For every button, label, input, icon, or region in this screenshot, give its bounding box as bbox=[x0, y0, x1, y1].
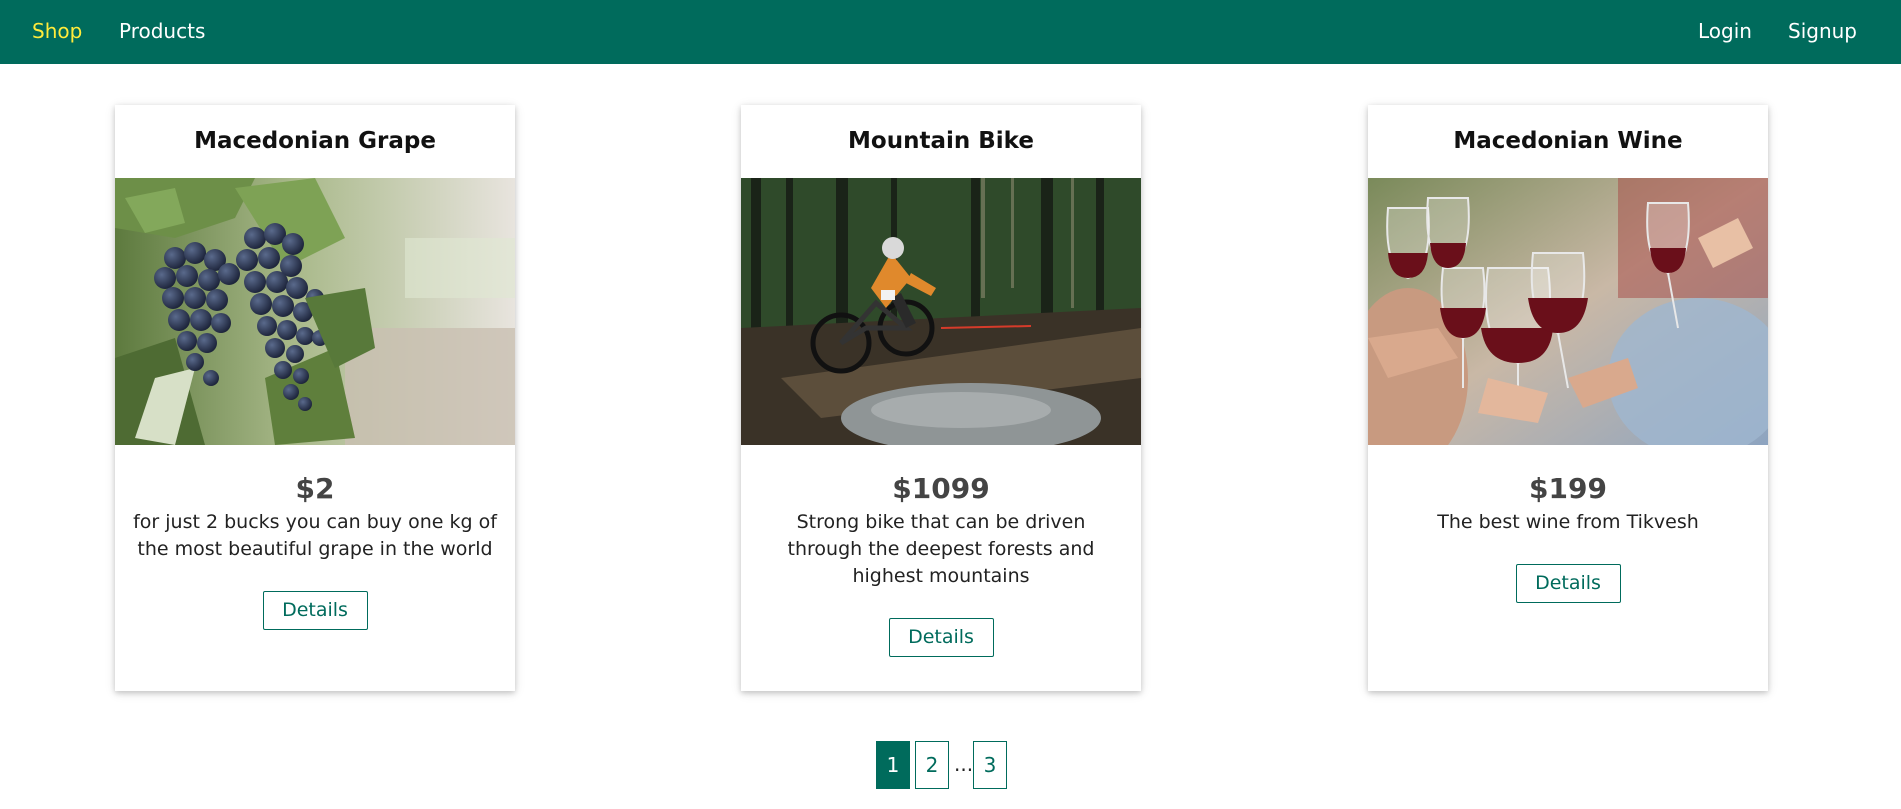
product-image bbox=[1368, 178, 1768, 445]
page-button-3[interactable]: 3 bbox=[973, 741, 1007, 789]
details-button[interactable]: Details bbox=[262, 591, 368, 630]
top-navbar: Shop Products Login Signup bbox=[0, 0, 1901, 64]
nav-link-login[interactable]: Login bbox=[1698, 0, 1752, 64]
nav-link-shop[interactable]: Shop bbox=[32, 0, 82, 64]
product-price: $199 bbox=[1529, 472, 1607, 505]
wine-glasses-toast-image bbox=[1368, 178, 1768, 445]
product-price: $1099 bbox=[892, 472, 990, 505]
page-ellipsis: ... bbox=[954, 752, 974, 776]
mountain-bike-forest-image bbox=[741, 178, 1141, 445]
product-description: for just 2 bucks you can buy one kg of t… bbox=[133, 511, 497, 560]
details-button[interactable]: Details bbox=[888, 618, 994, 657]
grape-vineyard-image bbox=[115, 178, 515, 445]
product-image bbox=[741, 178, 1141, 445]
details-button[interactable]: Details bbox=[1515, 564, 1621, 603]
product-title: Mountain Bike bbox=[848, 128, 1034, 154]
product-image bbox=[115, 178, 515, 445]
product-description: Strong bike that can be driven through t… bbox=[787, 511, 1095, 587]
page-button-1[interactable]: 1 bbox=[876, 741, 910, 789]
product-card: Mountain Bike $1099 Strong bike that can… bbox=[741, 105, 1141, 691]
nav-link-signup[interactable]: Signup bbox=[1788, 0, 1857, 64]
product-card: Macedonian Wine $199 The best wine from … bbox=[1368, 105, 1768, 691]
product-card: Macedonian Grape $2 for just 2 bucks you… bbox=[115, 105, 515, 691]
product-price: $2 bbox=[295, 472, 335, 505]
product-title: Macedonian Wine bbox=[1453, 128, 1683, 154]
product-description: The best wine from Tikvesh bbox=[1437, 511, 1699, 533]
nav-link-products[interactable]: Products bbox=[119, 0, 205, 64]
product-title: Macedonian Grape bbox=[194, 128, 436, 154]
page-button-2[interactable]: 2 bbox=[915, 741, 949, 789]
